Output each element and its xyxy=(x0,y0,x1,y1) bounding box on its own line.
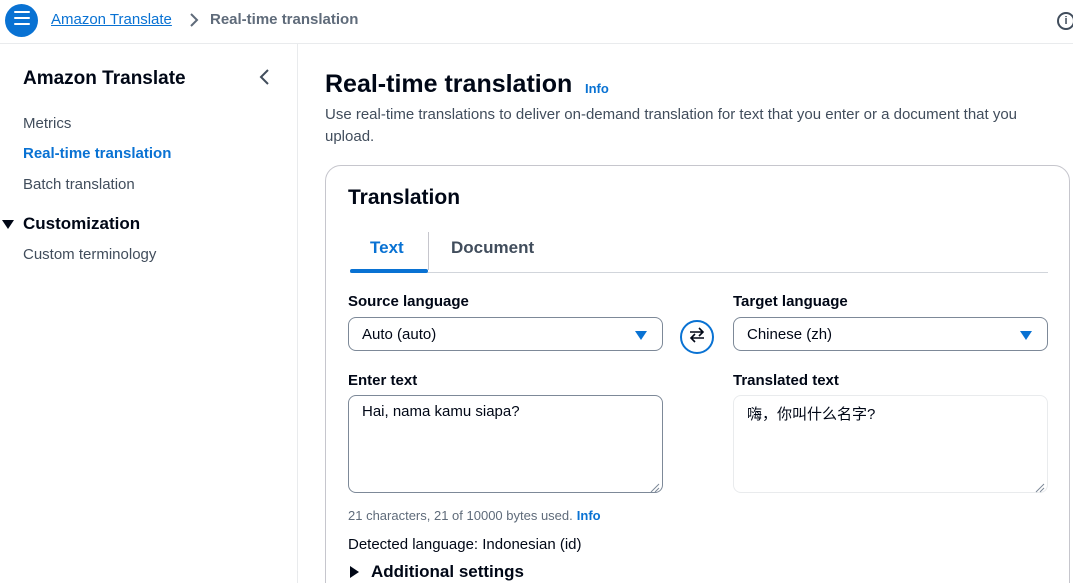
breadcrumb-amazon-translate[interactable]: Amazon Translate xyxy=(51,11,172,28)
info-icon[interactable]: i xyxy=(1057,12,1073,30)
tab-text[interactable]: Text xyxy=(370,238,404,258)
character-counter-text: 21 characters, 21 of 10000 bytes used. xyxy=(348,508,573,523)
caret-down-icon xyxy=(2,219,14,229)
sidebar-title: Amazon Translate xyxy=(23,68,186,89)
source-language-label: Source language xyxy=(348,293,469,310)
tab-document[interactable]: Document xyxy=(451,238,534,258)
menu-button[interactable] xyxy=(5,4,38,37)
detected-language: Detected language: Indonesian (id) xyxy=(348,536,582,553)
chevron-right-icon xyxy=(186,12,202,28)
page-description: Use real-time translations to deliver on… xyxy=(325,106,1018,145)
top-navigation-bar: Amazon Translate Real-time translation i xyxy=(0,0,1073,44)
source-text-value: Hai, nama kamu siapa? xyxy=(362,403,520,420)
character-counter: 21 characters, 21 of 10000 bytes used. In… xyxy=(348,508,601,523)
caret-down-icon xyxy=(1020,331,1032,340)
card-title: Translation xyxy=(348,186,461,209)
translated-text-output[interactable]: 嗨，你叫什么名字? xyxy=(733,395,1048,493)
sidebar-section-customization[interactable]: Customization xyxy=(2,214,140,234)
source-language-select[interactable]: Auto (auto) xyxy=(348,317,663,351)
enter-text-label: Enter text xyxy=(348,372,418,389)
active-tab-indicator xyxy=(350,269,428,273)
swap-arrows-icon xyxy=(688,326,706,349)
hamburger-icon xyxy=(13,11,30,30)
tab-bar-line xyxy=(350,272,1048,273)
target-language-select[interactable]: Chinese (zh) xyxy=(733,317,1048,351)
translated-text-value: 嗨，你叫什么名字? xyxy=(747,406,876,423)
side-navigation: Amazon Translate Metrics Real-time trans… xyxy=(0,44,298,583)
sidebar-item-batch-translation[interactable]: Batch translation xyxy=(23,176,135,193)
resize-handle-icon[interactable] xyxy=(650,480,660,493)
translated-text-label: Translated text xyxy=(733,372,839,389)
tab-divider xyxy=(428,232,429,270)
breadcrumb-current-page: Real-time translation xyxy=(210,11,359,28)
target-language-label: Target language xyxy=(733,293,848,310)
caret-down-icon xyxy=(635,331,647,340)
caret-right-icon xyxy=(350,566,359,578)
collapse-sidebar-icon[interactable] xyxy=(256,68,274,86)
sidebar-item-metrics[interactable]: Metrics xyxy=(23,115,71,132)
translation-card: Translation Text Document Source languag… xyxy=(325,165,1070,583)
sidebar-item-real-time-translation[interactable]: Real-time translation xyxy=(23,145,171,162)
title-info-link[interactable]: Info xyxy=(585,81,609,96)
target-language-value: Chinese (zh) xyxy=(747,326,833,343)
additional-settings-toggle[interactable]: Additional settings xyxy=(350,562,524,582)
sidebar-section-label: Customization xyxy=(23,214,141,233)
resize-handle-icon[interactable] xyxy=(1035,480,1045,493)
sidebar-item-custom-terminology[interactable]: Custom terminology xyxy=(23,246,156,263)
additional-settings-label: Additional settings xyxy=(371,562,524,581)
counter-info-link[interactable]: Info xyxy=(577,508,601,523)
swap-languages-button[interactable] xyxy=(680,320,714,354)
source-text-input[interactable]: Hai, nama kamu siapa? xyxy=(348,395,663,493)
page-title: Real-time translation xyxy=(325,70,573,98)
source-language-value: Auto (auto) xyxy=(362,326,437,343)
